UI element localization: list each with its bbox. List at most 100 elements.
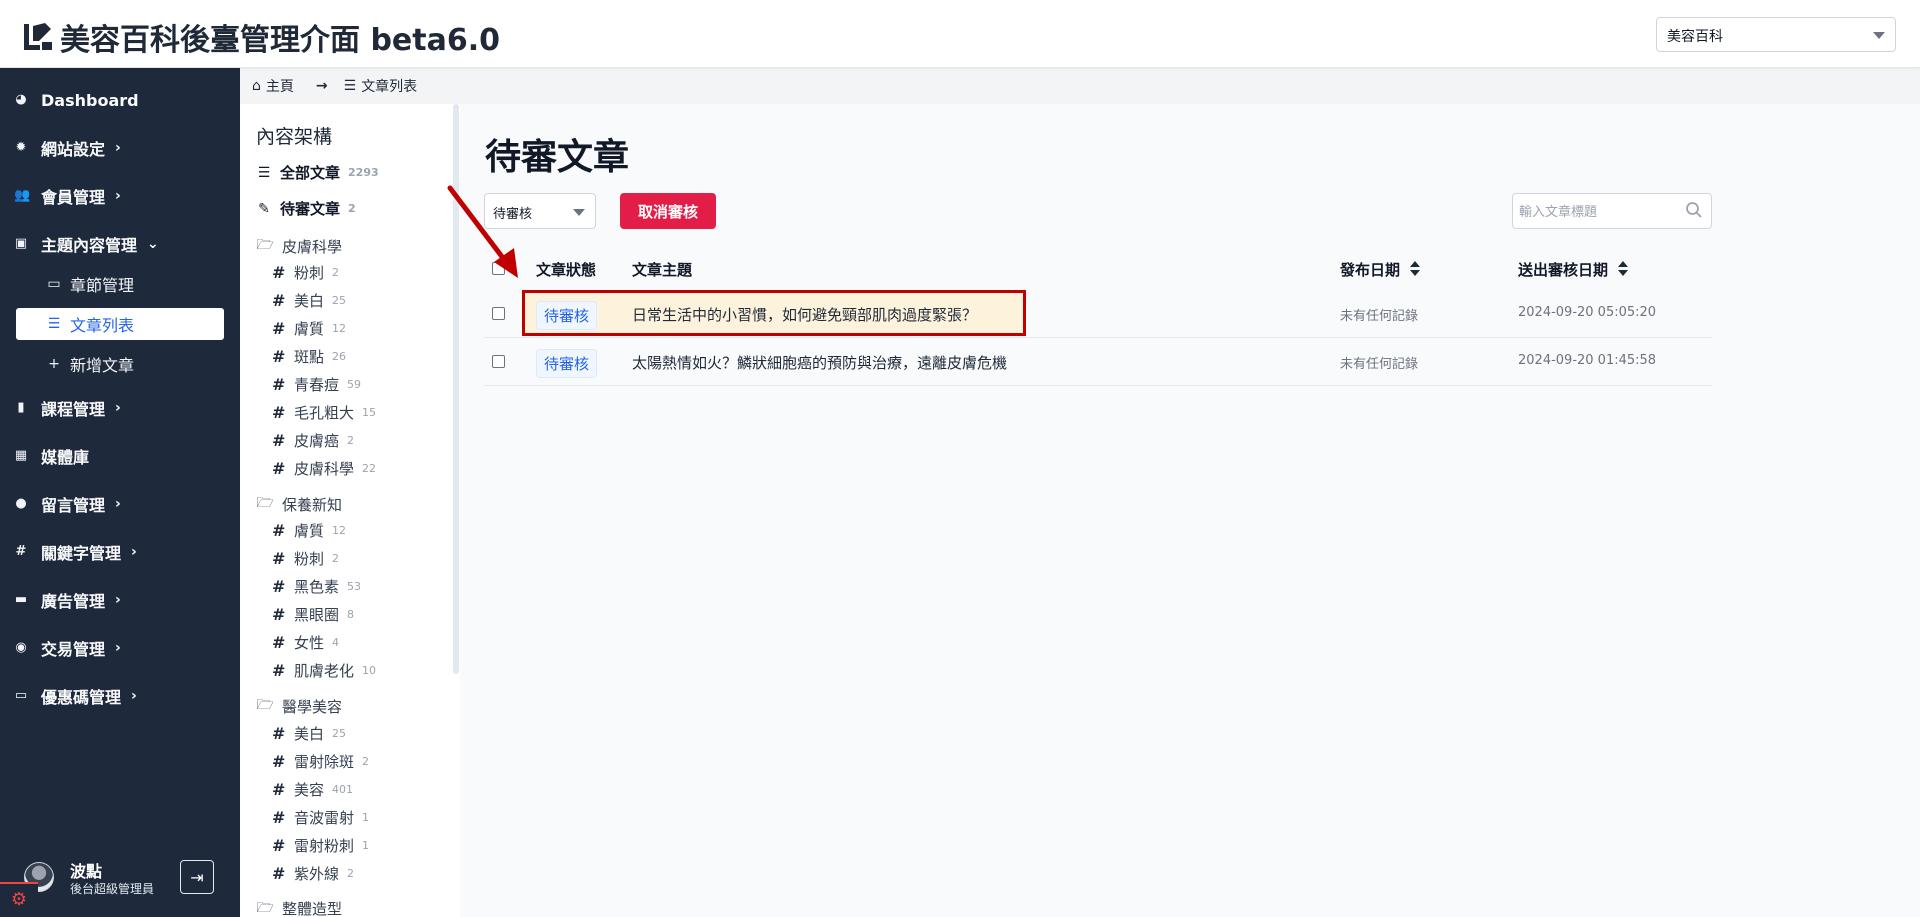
debugbar-icon[interactable]: ⚙ bbox=[0, 882, 38, 917]
tree-tag-count: 25 bbox=[332, 726, 347, 740]
user-name: 波點 bbox=[70, 862, 103, 881]
tree-tag[interactable]: # 粉刺 2 bbox=[272, 548, 339, 569]
sidebar-item-8[interactable]: # 關鍵字管理 › bbox=[14, 537, 137, 567]
arrow-right-icon: → bbox=[315, 78, 328, 94]
article-subject-link[interactable]: 太陽熱情如火？鱗狀細胞癌的預防與治療，遠離皮膚危機 bbox=[632, 352, 1007, 373]
sidebar-item-label: 媒體庫 bbox=[41, 448, 90, 467]
sidebar-item-2[interactable]: ✹ 網站設定 › bbox=[14, 133, 121, 163]
images-icon: ▦ bbox=[14, 448, 28, 463]
sidebar-item-1[interactable]: ◕ Dashboard bbox=[14, 85, 138, 115]
sidebar-item-label: 主題內容管理 bbox=[41, 236, 138, 255]
tree-tag-label: 肌膚老化 bbox=[294, 662, 355, 681]
article-subject-link[interactable]: 日常生活中的小習慣，如何避免頸部肌肉過度緊張？ bbox=[632, 304, 977, 325]
book-icon: ▮ bbox=[17, 400, 25, 415]
sidebar-item-10[interactable]: ◉ 交易管理 › bbox=[14, 633, 121, 663]
hashtag-icon: # bbox=[272, 751, 286, 771]
tree-folder[interactable]: 🗁 保養新知 bbox=[256, 492, 342, 516]
tree-tag-count: 4 bbox=[332, 636, 340, 650]
tree-tag-label: 雷射粉刺 bbox=[294, 836, 355, 855]
page-title: 待審文章 bbox=[485, 137, 630, 178]
breadcrumb-home-label: 主頁 bbox=[265, 79, 294, 95]
content-tree: 內容架構 ☰ 全部文章 2293 ✎ 待審文章 2 🗁 皮膚科學 # 粉刺 2 # 美白 25 # 膚質 12 #… bbox=[240, 104, 460, 917]
sidebar-item-7[interactable]: ● 留言管理 › bbox=[14, 489, 120, 519]
tree-tag-count: 2 bbox=[347, 434, 355, 448]
sidebar-item-5[interactable]: ▮ 課程管理 › bbox=[14, 393, 121, 423]
tree-tag[interactable]: # 皮膚癌 2 bbox=[272, 430, 354, 451]
folder-open-icon: 🗁 bbox=[256, 237, 274, 253]
tree-folder[interactable]: 🗁 醫學美容 bbox=[256, 694, 342, 718]
tree-tag-label: 美白 bbox=[294, 292, 325, 311]
search-input[interactable] bbox=[1519, 201, 1679, 223]
tree-tag-label: 皮膚癌 bbox=[294, 432, 340, 451]
tree-folder[interactable]: 🗁 整體造型 bbox=[256, 897, 342, 917]
column-submit-date[interactable]: 送出審核日期 bbox=[1518, 254, 1629, 284]
tree-item-pending-articles[interactable]: ✎ 待審文章 2 bbox=[256, 198, 356, 219]
comment-icon: ● bbox=[15, 496, 27, 511]
hashtag-icon: # bbox=[272, 549, 286, 569]
breadcrumb-current: ☰ 文章列表 bbox=[344, 76, 418, 96]
sidebar-item-11[interactable]: ▭ 優惠碼管理 › bbox=[14, 681, 137, 711]
column-publish-date[interactable]: 發布日期 bbox=[1340, 254, 1421, 284]
table-row[interactable]: 待審核 太陽熱情如火？鱗狀細胞癌的預防與治療，遠離皮膚危機 未有任何記錄 2024-0… bbox=[484, 338, 1712, 386]
hashtag-icon: # bbox=[272, 263, 286, 283]
tree-tag[interactable]: # 雷射粉刺 1 bbox=[272, 835, 369, 856]
sidebar-item-6[interactable]: ▦ 媒體庫 bbox=[14, 441, 89, 471]
tree-tag-count: 2 bbox=[347, 866, 355, 880]
tree-item-all-articles[interactable]: ☰ 全部文章 2293 bbox=[256, 162, 379, 183]
table-row[interactable]: 待審核 日常生活中的小習慣，如何避免頸部肌肉過度緊張？ 未有任何記錄 2024-09-… bbox=[484, 290, 1712, 338]
top-bar: 美容百科後臺管理介面 beta6.0 美容百科 bbox=[0, 0, 1920, 68]
tree-tag[interactable]: # 美白 25 bbox=[272, 723, 346, 744]
tree-tag-label: 粉刺 bbox=[294, 550, 325, 569]
breadcrumb-home[interactable]: ⌂ 主頁 bbox=[252, 76, 294, 96]
tree-tag[interactable]: # 粉刺 2 bbox=[272, 262, 339, 283]
tree-tag[interactable]: # 美白 25 bbox=[272, 290, 346, 311]
tree-tag[interactable]: # 皮膚科學 22 bbox=[272, 458, 376, 479]
chevron-right-icon: › bbox=[115, 640, 121, 656]
tree-tag[interactable]: # 毛孔粗大 15 bbox=[272, 402, 376, 423]
row-checkbox[interactable] bbox=[492, 307, 505, 320]
tree-tag[interactable]: # 黑色素 53 bbox=[272, 576, 361, 597]
tree-tag[interactable]: # 青春痘 59 bbox=[272, 374, 361, 395]
tree-tag[interactable]: # 雷射除斑 2 bbox=[272, 751, 369, 772]
tree-tag-label: 膚質 bbox=[294, 320, 325, 339]
sidebar-item-3[interactable]: 👥 會員管理 › bbox=[14, 181, 121, 211]
tree-tag[interactable]: # 音波雷射 1 bbox=[272, 807, 369, 828]
folder-open-icon: 🗁 bbox=[256, 697, 274, 714]
tree-tag-count: 26 bbox=[332, 350, 347, 364]
column-submit-date-label: 送出審核日期 bbox=[1518, 260, 1609, 279]
list-icon: ☰ bbox=[257, 164, 271, 181]
search-icon[interactable] bbox=[1685, 201, 1703, 219]
sidebar-subitem-3[interactable]: + 新增文章 bbox=[16, 348, 224, 380]
tree-tag[interactable]: # 女性 4 bbox=[272, 632, 339, 653]
submit-date: 2024-09-20 01:45:58 bbox=[1518, 353, 1657, 368]
tree-folder[interactable]: 🗁 皮膚科學 bbox=[256, 234, 342, 258]
edit-icon: ✎ bbox=[258, 200, 270, 217]
row-checkbox[interactable] bbox=[492, 355, 505, 368]
logout-button[interactable]: ⇥ bbox=[180, 860, 214, 894]
tree-tag-count: 401 bbox=[332, 782, 354, 796]
column-status: 文章狀態 bbox=[536, 260, 597, 279]
hashtag-icon: # bbox=[272, 807, 286, 827]
publish-date: 未有任何記錄 bbox=[1340, 357, 1419, 372]
tree-tag-label: 青春痘 bbox=[294, 376, 340, 395]
tree-tag[interactable]: # 膚質 12 bbox=[272, 318, 346, 339]
sidebar-item-label: 課程管理 bbox=[41, 400, 106, 419]
site-select[interactable]: 美容百科 bbox=[1656, 17, 1896, 52]
sidebar-item-label: 網站設定 bbox=[41, 140, 106, 159]
tree-tag[interactable]: # 黑眼圈 8 bbox=[272, 604, 354, 625]
sidebar-item-9[interactable]: ▬ 廣告管理 › bbox=[14, 585, 121, 615]
tree-tag[interactable]: # 肌膚老化 10 bbox=[272, 660, 376, 681]
tree-tag-label: 黑色素 bbox=[294, 578, 340, 597]
money-icon: ◉ bbox=[15, 640, 27, 655]
tree-tag[interactable]: # 膚質 12 bbox=[272, 520, 346, 541]
cancel-review-button[interactable]: 取消審核 bbox=[620, 193, 716, 229]
chevron-right-icon: › bbox=[115, 400, 121, 416]
sidebar-item-4[interactable]: ▣ 主題內容管理 ⌄ bbox=[14, 229, 159, 259]
tree-tag[interactable]: # 美容 401 bbox=[272, 779, 353, 800]
tree-tag[interactable]: # 紫外線 2 bbox=[272, 863, 354, 884]
sidebar-subitem-1[interactable]: ▭ 章節管理 bbox=[16, 268, 224, 300]
hashtag-icon: # bbox=[272, 863, 286, 883]
tree-tag-label: 音波雷射 bbox=[294, 808, 355, 827]
tree-tag[interactable]: # 斑點 26 bbox=[272, 346, 346, 367]
sidebar-subitem-2[interactable]: ☰ 文章列表 bbox=[16, 308, 224, 340]
